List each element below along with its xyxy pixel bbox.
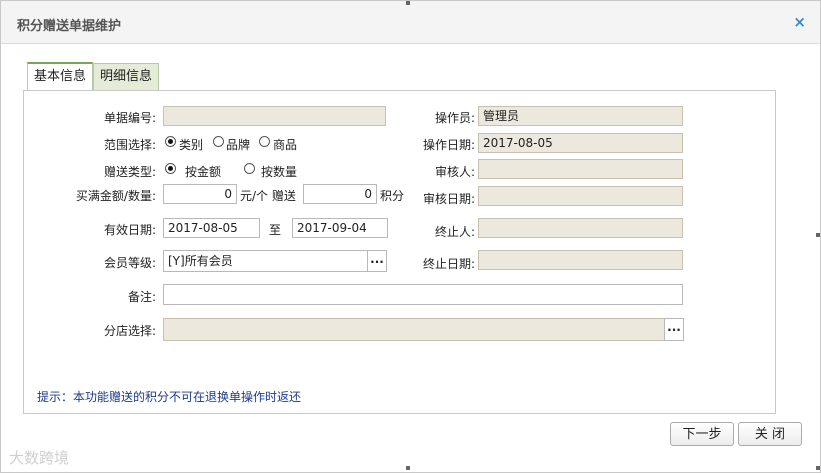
tab-basic-info[interactable]: 基本信息 — [27, 62, 94, 90]
terminator-field — [478, 218, 683, 238]
remark-label: 备注: — [127, 290, 156, 304]
review-date-field — [478, 186, 683, 206]
operator-label: 操作员: — [434, 111, 475, 125]
valid-date-label: 有效日期: — [103, 223, 156, 237]
operator-field: 管理员 — [478, 106, 683, 126]
scope-radio-category[interactable] — [165, 136, 176, 147]
store-field[interactable] — [163, 318, 665, 341]
gift-type-radio-quantity[interactable] — [244, 163, 255, 174]
resize-handle-corner[interactable] — [816, 466, 820, 470]
gift-type-label: 赠送类型: — [103, 165, 156, 179]
member-level-picker-button[interactable]: ... — [367, 250, 387, 272]
close-icon[interactable]: × — [793, 13, 806, 31]
store-label: 分店选择: — [103, 324, 156, 338]
scope-label: 范围选择: — [103, 138, 156, 152]
threshold-unit-text: 元/个 赠送 — [240, 189, 296, 203]
reviewer-label: 审核人: — [434, 165, 475, 179]
member-level-field[interactable]: [Y]所有会员 — [163, 250, 368, 272]
scope-option-product: 商品 — [273, 138, 298, 152]
hint-text: 提示：本功能赠送的积分不可在退换单操作时返还 — [37, 390, 302, 404]
resize-handle-right[interactable] — [816, 233, 820, 237]
reviewer-field — [478, 159, 683, 179]
scope-option-brand: 品牌 — [226, 138, 251, 152]
doc-no-field[interactable] — [163, 106, 386, 126]
terminate-date-field — [478, 250, 683, 270]
valid-start-date-input[interactable]: 2017-08-05 — [163, 218, 260, 238]
scope-radio-product[interactable] — [259, 136, 270, 147]
op-date-label: 操作日期: — [422, 138, 475, 152]
op-date-field: 2017-08-05 — [478, 133, 683, 153]
terminator-label: 终止人: — [434, 225, 475, 239]
valid-end-date-input[interactable]: 2017-09-04 — [292, 218, 388, 238]
remark-input[interactable] — [163, 284, 683, 305]
gift-type-option-quantity: 按数量 — [261, 165, 298, 179]
date-range-separator: 至 — [269, 223, 282, 237]
threshold-amount-input[interactable]: 0 — [163, 184, 237, 204]
gift-type-option-amount: 按金额 — [185, 165, 222, 179]
resize-handle-bottom[interactable] — [406, 466, 410, 470]
resize-handle-top[interactable] — [406, 1, 410, 5]
store-picker-button[interactable]: ... — [664, 318, 684, 341]
member-level-label: 会员等级: — [103, 256, 156, 270]
review-date-label: 审核日期: — [422, 192, 475, 206]
threshold-label: 买满金额/数量: — [75, 189, 156, 203]
close-button[interactable]: 关 闭 — [738, 422, 802, 446]
terminate-date-label: 终止日期: — [422, 257, 475, 271]
doc-no-label: 单据编号: — [103, 111, 156, 125]
dialog-window: 积分赠送单据维护 × 基本信息 明细信息 单据编号: 范围选择: 类别 品牌 商… — [0, 0, 821, 473]
title-bar: 积分赠送单据维护 × — [1, 1, 820, 44]
next-button[interactable]: 下一步 — [670, 422, 734, 446]
scope-option-category: 类别 — [179, 138, 204, 152]
watermark-text: 大数跨境 — [9, 449, 70, 467]
dialog-title: 积分赠送单据维护 — [17, 19, 122, 34]
scope-radio-brand[interactable] — [213, 136, 224, 147]
gift-type-radio-amount[interactable] — [165, 163, 176, 174]
points-input[interactable]: 0 — [303, 184, 377, 204]
tab-detail-info[interactable]: 明细信息 — [93, 63, 160, 90]
